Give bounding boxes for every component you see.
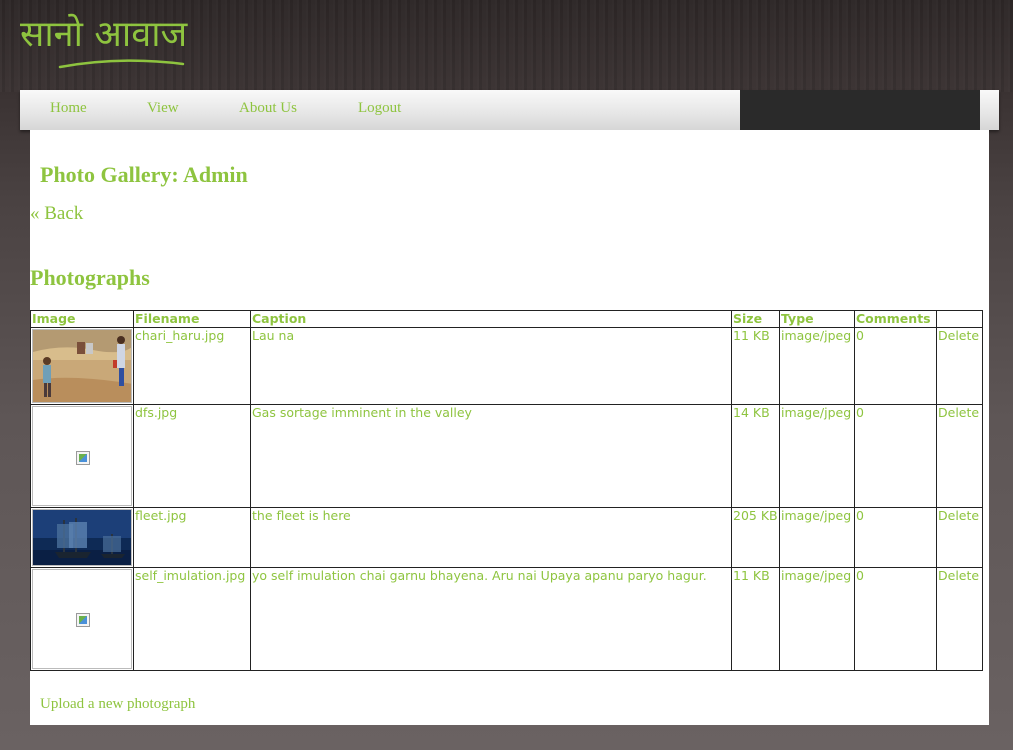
column-header-filename: Filename — [133, 310, 251, 328]
logo-text: सानो आवाज — [20, 14, 188, 55]
image-cell — [30, 507, 134, 568]
size-cell: 14 KB — [731, 404, 780, 508]
column-header-image: Image — [30, 310, 134, 328]
column-header-caption: Caption — [250, 310, 732, 328]
image-cell — [30, 404, 134, 508]
comments-cell: 0 — [854, 567, 937, 671]
photo-thumbnail[interactable] — [32, 569, 132, 669]
type-cell: image/jpeg — [779, 507, 855, 568]
photo-ships-at-sea-image — [33, 510, 131, 565]
nav-item-logout[interactable]: Logout — [358, 100, 401, 117]
column-header-comments: Comments — [854, 310, 937, 328]
size-cell: 205 KB — [731, 507, 780, 568]
image-cell — [30, 327, 134, 405]
delete-link[interactable]: Delete — [936, 567, 983, 671]
section-title: Photographs — [30, 265, 150, 290]
table-row: dfs.jpg Gas sortage imminent in the vall… — [30, 404, 983, 508]
caption-cell: the fleet is here — [250, 507, 732, 568]
back-link[interactable]: « Back — [30, 203, 83, 225]
size-cell: 11 KB — [731, 567, 780, 671]
photo-children-hillside[interactable] — [32, 329, 132, 403]
column-header-actions — [936, 310, 983, 328]
page-title: Photo Gallery: Admin — [40, 162, 248, 187]
upload-photo-link[interactable]: Upload a new photograph — [40, 696, 195, 713]
table-header-row: Image Filename Caption Size Type Comment… — [30, 310, 983, 328]
photo-children-hillside-image — [33, 330, 131, 402]
table-row: fleet.jpg the fleet is here 205 KB image… — [30, 507, 983, 568]
column-header-type: Type — [779, 310, 855, 328]
broken-image-icon — [76, 451, 90, 465]
delete-link[interactable]: Delete — [936, 507, 983, 568]
delete-link[interactable]: Delete — [936, 327, 983, 405]
photos-table: Image Filename Caption Size Type Comment… — [30, 310, 983, 671]
comments-cell: 0 — [854, 327, 937, 405]
filename-cell: self_imulation.jpg — [133, 567, 251, 671]
filename-cell: fleet.jpg — [133, 507, 251, 568]
image-cell — [30, 567, 134, 671]
table-row: chari_haru.jpg Lau na 11 KB image/jpeg 0… — [30, 327, 983, 405]
caption-cell: yo self imulation chai garnu bhayena. Ar… — [250, 567, 732, 671]
photo-thumbnail[interactable] — [32, 406, 132, 506]
nav-item-about-us[interactable]: About Us — [239, 100, 297, 117]
nav-item-home[interactable]: Home — [50, 100, 87, 117]
photo-ships-at-sea[interactable] — [32, 509, 132, 566]
broken-image-icon — [76, 613, 90, 627]
type-cell: image/jpeg — [779, 327, 855, 405]
size-cell: 11 KB — [731, 327, 780, 405]
caption-cell: Lau na — [250, 327, 732, 405]
filename-cell: chari_haru.jpg — [133, 327, 251, 405]
nav-item-view[interactable]: View — [147, 100, 179, 117]
type-cell: image/jpeg — [779, 567, 855, 671]
type-cell: image/jpeg — [779, 404, 855, 508]
caption-cell: Gas sortage imminent in the valley — [250, 404, 732, 508]
table-row: self_imulation.jpg yo self imulation cha… — [30, 567, 983, 671]
delete-link[interactable]: Delete — [936, 404, 983, 508]
comments-cell: 0 — [854, 404, 937, 508]
filename-cell: dfs.jpg — [133, 404, 251, 508]
comments-cell: 0 — [854, 507, 937, 568]
column-header-size: Size — [731, 310, 780, 328]
site-logo[interactable]: सानो आवाज — [20, 12, 190, 72]
